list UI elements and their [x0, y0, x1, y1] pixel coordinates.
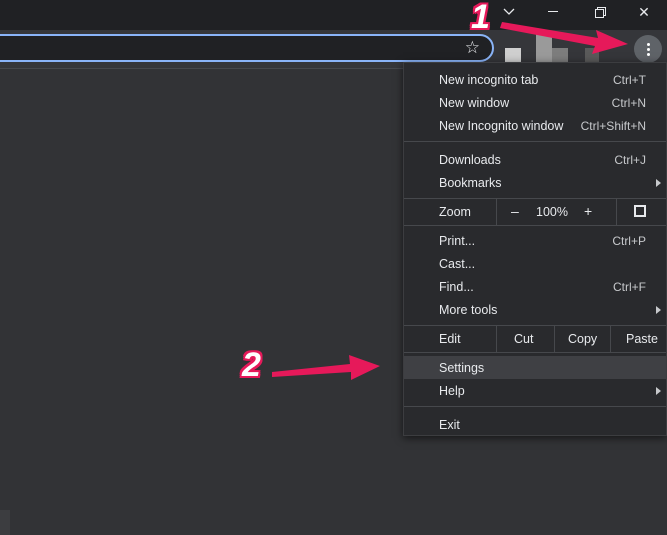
step-2-label: 2	[242, 346, 261, 384]
arrow-to-menu-button	[500, 22, 628, 54]
step-1-label: 1	[471, 0, 490, 36]
arrow-to-settings	[272, 355, 380, 380]
annotation-arrows	[272, 22, 628, 380]
